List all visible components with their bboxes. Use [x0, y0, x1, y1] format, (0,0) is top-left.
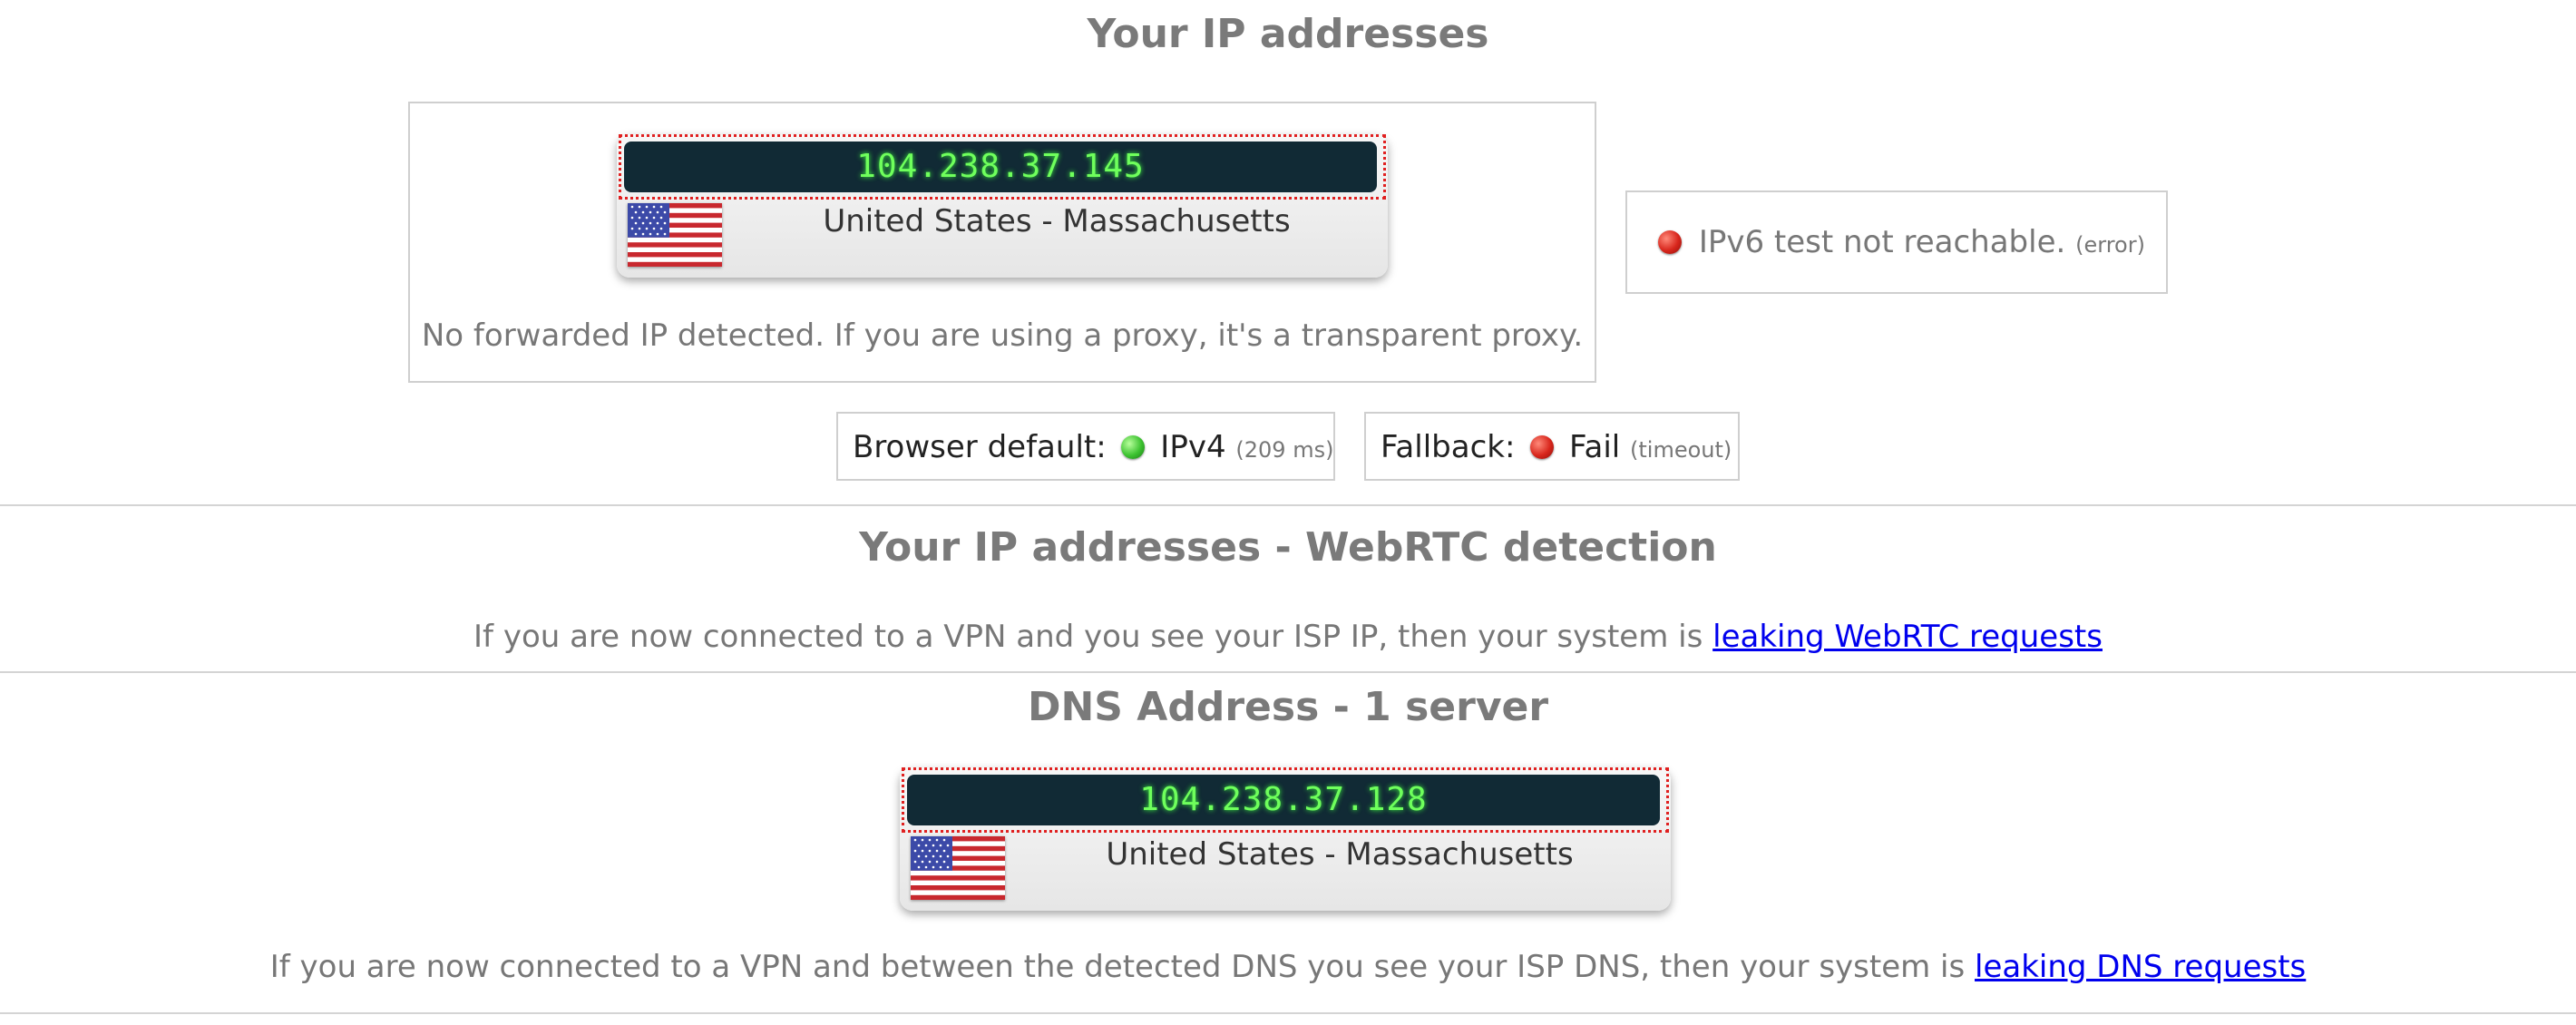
fallback-note: (timeout) [1630, 437, 1732, 463]
webrtc-leak-link[interactable]: leaking WebRTC requests [1712, 619, 2103, 655]
webrtc-section-title: Your IP addresses - WebRTC detection [859, 524, 1717, 571]
ip-card: 104.238.37.145 United States - Massachus… [617, 134, 1388, 278]
browser-default-note: (209 ms) [1235, 437, 1334, 463]
dns-ip-card: 104.238.37.128 United States - Massachus… [900, 767, 1671, 911]
section-divider [0, 1012, 2576, 1014]
ip-location: United States - Massachusetts [823, 203, 1291, 239]
us-flag-icon [628, 203, 722, 267]
webrtc-message-text: If you are now connected to a VPN and yo… [473, 619, 1703, 655]
ipv6-status-dot-icon [1658, 230, 1682, 254]
ip-address-display[interactable]: 104.238.37.145 [624, 142, 1377, 192]
browser-default-label: Browser default: [853, 429, 1107, 465]
dns-message-text: If you are now connected to a VPN and be… [269, 949, 1966, 985]
ip-result-box: 104.238.37.145 United States - Massachus… [408, 102, 1596, 383]
ipv6-status-note: (error) [2075, 232, 2145, 258]
webrtc-message: If you are now connected to a VPN and yo… [0, 617, 2576, 657]
fallback-box: Fallback: Fail (timeout) [1364, 412, 1740, 481]
ipv6-status-text: IPv6 test not reachable. [1698, 224, 2066, 260]
fallback-label: Fallback: [1381, 429, 1516, 465]
browser-default-status-dot-icon [1121, 435, 1146, 459]
browser-default-value: IPv4 [1160, 429, 1226, 465]
us-flag-icon [911, 836, 1005, 900]
section-divider [0, 671, 2576, 673]
fallback-value: Fail [1569, 429, 1621, 465]
ip-section-title: Your IP addresses [1087, 11, 1489, 57]
dns-location: United States - Massachusetts [1106, 836, 1574, 873]
section-divider [0, 504, 2576, 506]
dns-message: If you are now connected to a VPN and be… [0, 947, 2576, 987]
browser-default-box: Browser default: IPv4 (209 ms) [836, 412, 1335, 481]
dns-leak-link[interactable]: leaking DNS requests [1975, 949, 2306, 985]
fallback-status-dot-icon [1530, 435, 1555, 459]
dns-section-title: DNS Address - 1 server [1027, 684, 1549, 730]
dns-address-display[interactable]: 104.238.37.128 [907, 775, 1660, 825]
ipv6-status-box: IPv6 test not reachable. (error) [1625, 190, 2168, 294]
forwarded-ip-message: No forwarded IP detected. If you are usi… [421, 317, 1584, 354]
